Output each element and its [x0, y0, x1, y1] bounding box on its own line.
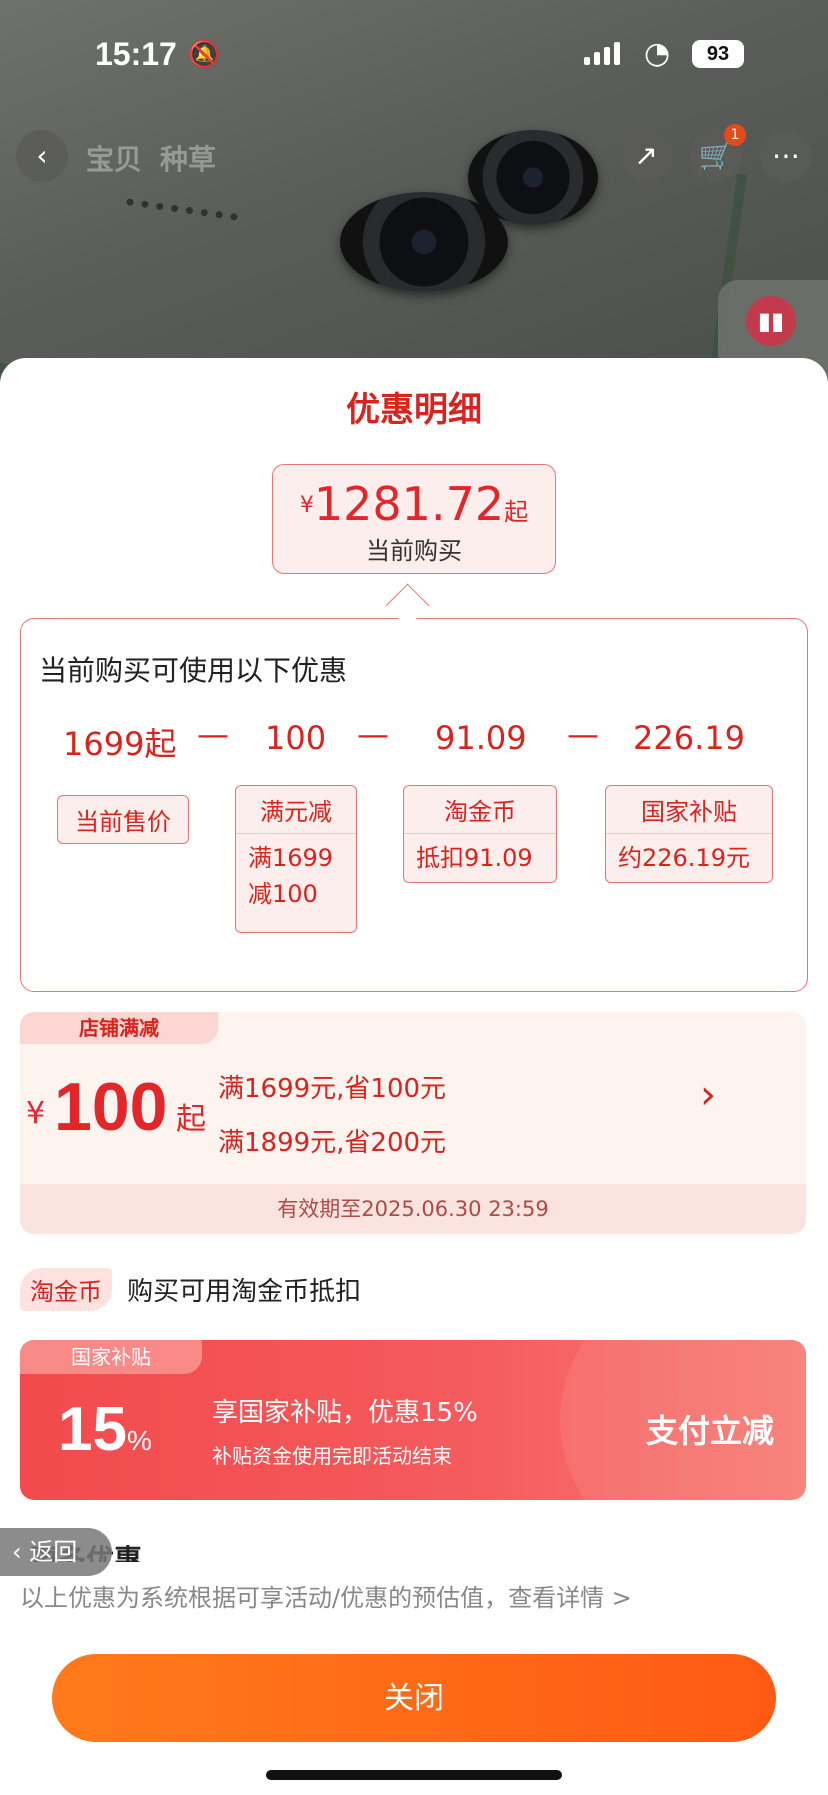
tag-head: 国家补贴 — [641, 798, 737, 826]
tag-head: 满元减 — [260, 798, 332, 826]
close-button[interactable]: 关闭 — [52, 1654, 776, 1742]
gov-pct-value: 15 — [58, 1395, 127, 1464]
gov-subsidy-card[interactable]: 国家补贴 15% 享国家补贴，优惠15% 补贴资金使用完即活动结束 支付立减 — [20, 1340, 806, 1500]
amount-coins: 91.09 — [435, 719, 527, 757]
price-value: 1281.72 — [313, 477, 505, 531]
discount-breakdown-box: 当前购买可使用以下优惠 1699起 — 100 — 91.09 — 226.19… — [20, 618, 808, 992]
price-suffix: 起 — [504, 498, 529, 526]
camera-lens-2 — [340, 192, 508, 292]
wifi-icon: ◔ — [644, 36, 671, 71]
price-currency: ¥ — [299, 493, 314, 518]
amount-gov-subsidy: 226.19 — [633, 719, 745, 757]
chevron-right-icon[interactable]: › — [700, 1072, 716, 1118]
store-validity: 有效期至2025.06.30 23:59 — [20, 1184, 806, 1234]
status-time: 15:17 — [95, 36, 177, 72]
store-rule-2: 满1899元,省200元 — [218, 1128, 447, 1158]
store-discount-value: 100 — [54, 1069, 168, 1145]
more-icon[interactable]: ⋯ — [760, 130, 812, 182]
coin-row: 淘金币 购买可用淘金币抵扣 — [20, 1268, 361, 1314]
tag-body: 约226.19元 — [606, 833, 772, 882]
breakdown-heading: 当前购买可使用以下优惠 — [39, 654, 348, 687]
minus-sign: — — [357, 715, 389, 753]
store-discount-tag: 店铺满减 — [20, 1012, 218, 1044]
coin-tag: 淘金币 — [20, 1268, 112, 1311]
gov-pct-unit: % — [126, 1425, 152, 1456]
tag-gov-subsidy: 国家补贴 约226.19元 — [605, 785, 773, 883]
minus-sign: — — [197, 715, 229, 753]
share-icon[interactable]: ↗ — [620, 130, 672, 182]
store-discount-currency: ¥ — [26, 1096, 46, 1131]
gov-subsidy-tag: 国家补贴 — [20, 1340, 202, 1374]
cart-count-badge: 1 — [724, 124, 746, 146]
minus-sign: — — [567, 715, 599, 753]
home-indicator — [266, 1770, 562, 1780]
price-label: 当前购买 — [366, 537, 462, 565]
amount-base-price: 1699起 — [63, 725, 177, 763]
amount-store-discount: 100 — [265, 719, 327, 757]
coin-text: 购买可用淘金币抵扣 — [127, 1277, 362, 1307]
mute-bell-icon: 🔕 — [188, 40, 221, 70]
discount-detail-sheet: 优惠明细 ¥1281.72起 当前购买 当前购买可使用以下优惠 1699起 — … — [0, 358, 828, 1795]
tag-head: 淘金币 — [444, 798, 516, 826]
sheet-title: 优惠明细 — [346, 390, 482, 430]
tag-body: 满1699减100 — [236, 833, 356, 918]
tag-current-price: 当前售价 — [57, 795, 189, 844]
store-discount-suffix: 起 — [176, 1102, 206, 1137]
product-top-nav: ‹ 宝贝 种草 ↗ 🛒 1 ⋯ — [0, 124, 828, 188]
store-rule-1: 满1699元,省100元 — [218, 1074, 447, 1104]
bar-chart-icon: ▮▮ — [746, 296, 796, 346]
battery-icon: 93 — [692, 40, 744, 68]
back-label: 返回 — [29, 1538, 78, 1566]
tab-item[interactable]: 宝贝 — [86, 138, 142, 178]
tag-body: 抵扣91.09 — [404, 833, 556, 882]
gov-line-1: 享国家补贴，优惠15% — [212, 1398, 478, 1428]
signal-icon — [584, 42, 620, 65]
cart-icon[interactable]: 🛒 1 — [690, 124, 746, 182]
tag-head: 当前售价 — [75, 808, 171, 836]
status-bar: 15:17 🔕 ◔ 93 — [0, 0, 828, 110]
gov-subsidy-percent: 15% — [58, 1394, 152, 1465]
tag-store-discount: 满元减 满1699减100 — [235, 785, 357, 933]
gov-line-2: 补贴资金使用完即活动结束 — [212, 1444, 452, 1468]
current-price-box: ¥1281.72起 当前购买 — [272, 464, 556, 574]
back-pill-button[interactable]: ‹ 返回 — [0, 1528, 112, 1576]
store-discount-card[interactable]: 店铺满减 ¥ 100 起 满1699元,省100元 满1899元,省200元 ›… — [20, 1012, 806, 1234]
tab-reviews[interactable]: 种草 — [160, 138, 216, 178]
disclaimer-link[interactable]: 以上优惠为系统根据可享活动/优惠的预估值，查看详情 > — [20, 1578, 632, 1613]
back-arrow-icon[interactable]: ‹ — [16, 130, 68, 182]
gov-pay-action: 支付立减 — [646, 1412, 775, 1450]
tag-coins: 淘金币 抵扣91.09 — [403, 785, 557, 883]
